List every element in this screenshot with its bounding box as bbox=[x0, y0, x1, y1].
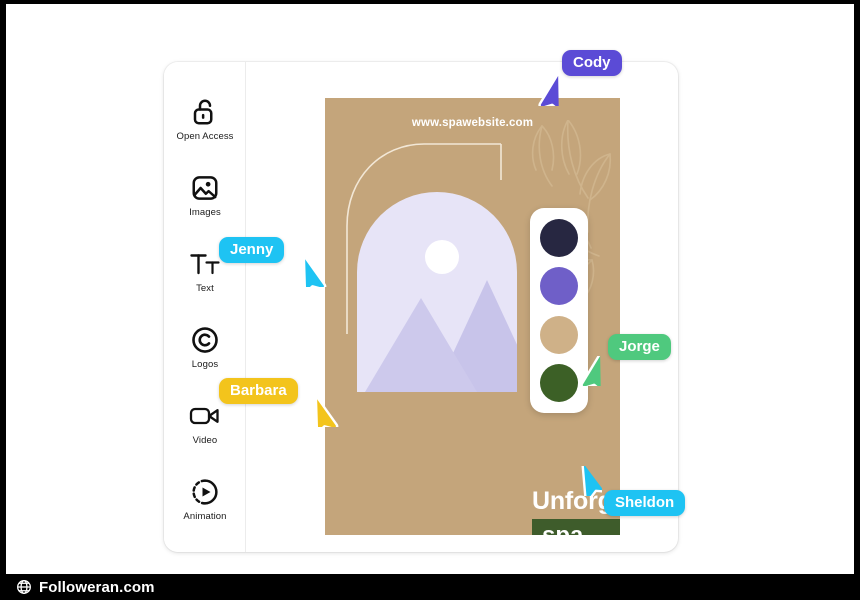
video-icon bbox=[188, 399, 222, 433]
sidebar-item-images[interactable]: Images bbox=[164, 156, 246, 232]
swatch-dark-navy[interactable] bbox=[540, 218, 578, 257]
cursor-pointer-sheldon bbox=[581, 466, 602, 496]
sidebar-label-images: Images bbox=[189, 206, 221, 218]
cursor-label-sheldon: Sheldon bbox=[604, 490, 686, 516]
cursor-pointer-cody bbox=[538, 76, 560, 106]
sidebar-label-animation: Animation bbox=[183, 510, 227, 522]
sidebar-item-logos[interactable]: Logos bbox=[164, 308, 246, 384]
footer-brand-text: Followeran.com bbox=[39, 578, 155, 596]
cursor-label-jenny: Jenny bbox=[219, 237, 285, 263]
cursor-label-cody: Cody bbox=[562, 50, 622, 76]
sidebar-label-logos: Logos bbox=[191, 358, 219, 370]
sidebar-label-text: Text bbox=[196, 282, 214, 294]
cursor-pointer-barbara bbox=[316, 397, 339, 427]
poster-headline-highlight[interactable]: spa experiences bbox=[532, 519, 620, 535]
text-icon bbox=[188, 247, 222, 281]
sidebar-item-animation[interactable]: Animation bbox=[164, 460, 246, 536]
sun-shape bbox=[425, 240, 459, 274]
design-editor-canvas: Open Access Images Text Logos Video Anim… bbox=[164, 50, 686, 552]
mountain-front-shape bbox=[365, 298, 477, 392]
animation-icon bbox=[188, 475, 222, 509]
open-lock-icon bbox=[188, 95, 222, 129]
swatch-tan[interactable] bbox=[540, 315, 578, 354]
tool-sidebar: Open Access Images Text Logos Video Anim… bbox=[164, 62, 246, 552]
footer-bar: Followeran.com bbox=[6, 574, 854, 600]
poster-photo-placeholder[interactable] bbox=[357, 192, 517, 392]
image-icon bbox=[188, 171, 222, 205]
app-frame: Open Access Images Text Logos Video Anim… bbox=[0, 0, 860, 600]
cursor-pointer-jorge bbox=[580, 356, 602, 386]
copyright-icon bbox=[188, 323, 222, 357]
poster-website-url: www.spawebsite.com bbox=[411, 117, 534, 129]
cursor-label-jorge: Jorge bbox=[608, 334, 671, 360]
sidebar-label-open-access: Open Access bbox=[176, 130, 234, 142]
content-area: Open Access Images Text Logos Video Anim… bbox=[6, 4, 854, 574]
sidebar-label-video: Video bbox=[192, 434, 218, 446]
cursor-label-barbara: Barbara bbox=[219, 378, 298, 404]
sidebar-item-open-access[interactable]: Open Access bbox=[164, 80, 246, 156]
globe-icon bbox=[17, 580, 31, 594]
swatch-purple[interactable] bbox=[540, 267, 578, 306]
swatch-green[interactable] bbox=[540, 364, 578, 403]
cursor-pointer-jenny bbox=[304, 257, 327, 287]
